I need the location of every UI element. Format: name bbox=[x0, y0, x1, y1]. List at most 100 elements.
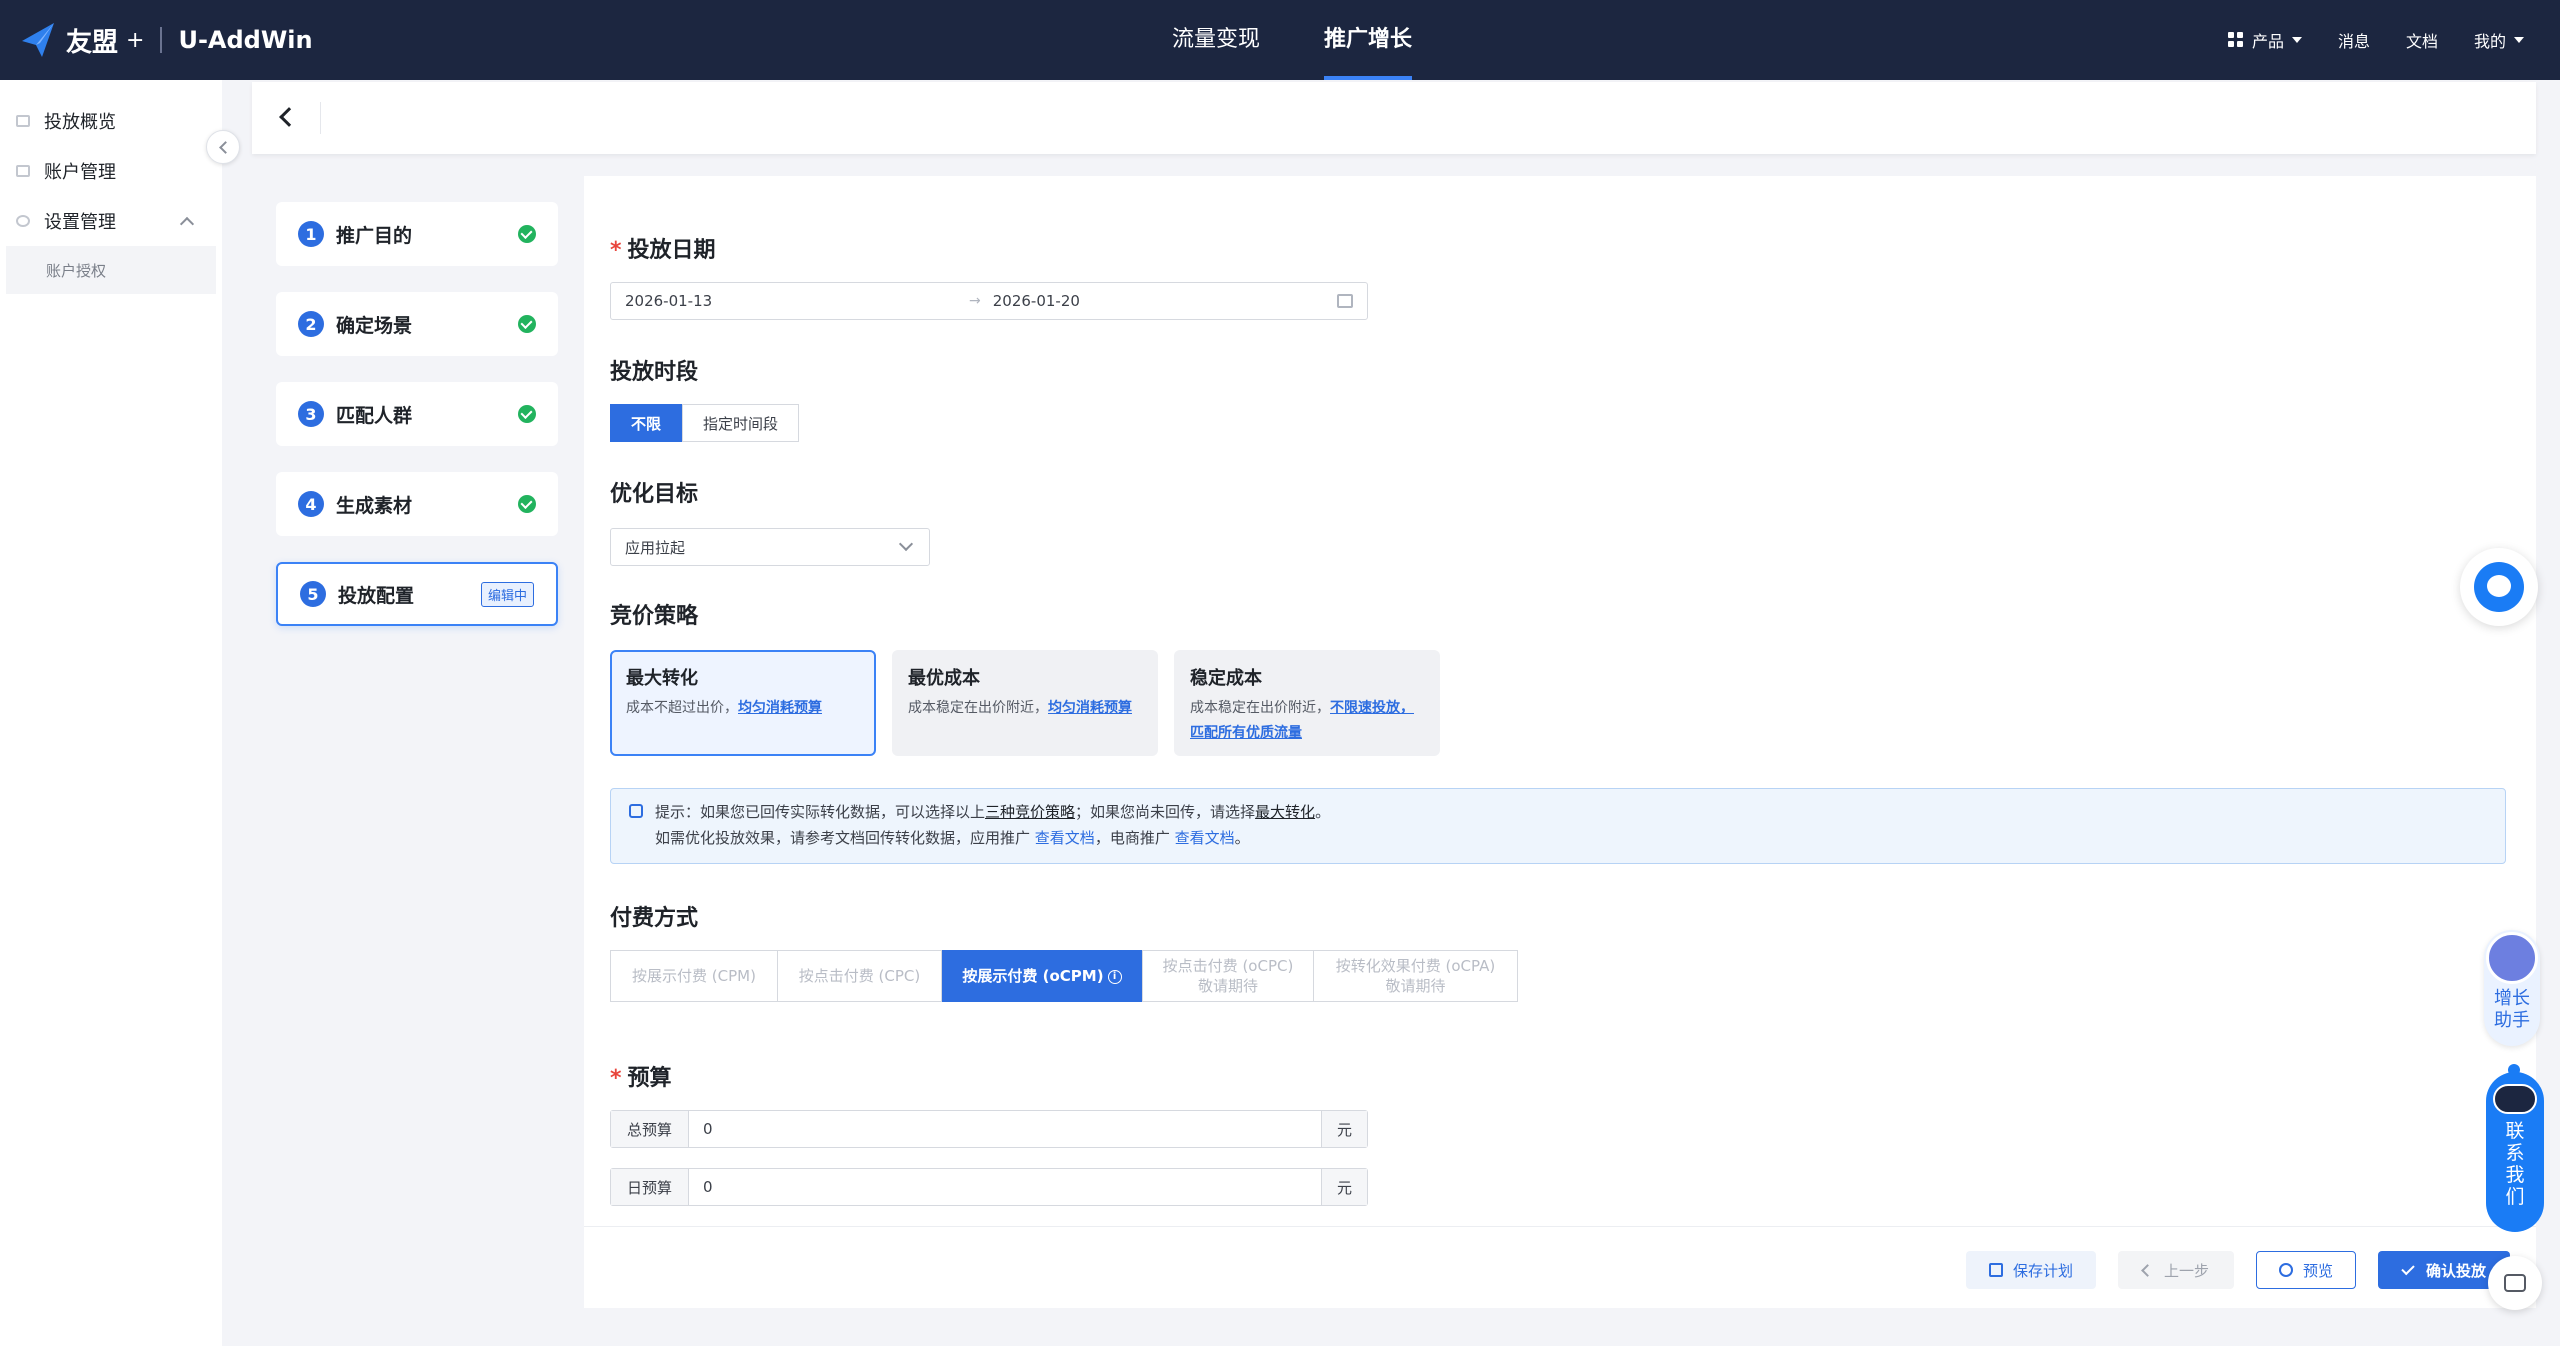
growth-assistant-label: 增长 助手 bbox=[2494, 988, 2530, 1031]
preview-button[interactable]: 预览 bbox=[2256, 1251, 2356, 1289]
info-icon[interactable]: i bbox=[1107, 969, 1122, 984]
required-mark: * bbox=[610, 1066, 622, 1091]
editing-badge: 编辑中 bbox=[480, 581, 534, 607]
bid-tip-alert: 提示：如果您已回传实际转化数据，可以选择以上三种竞价策略；如果您尚未回传，请选择… bbox=[610, 788, 2506, 864]
sidebar-item-overview[interactable]: 投放概览 bbox=[0, 96, 222, 146]
bid-card-title: 最大转化 bbox=[626, 668, 698, 689]
save-icon bbox=[1988, 1263, 2003, 1277]
sidebar-subitem-account-auth[interactable]: 账户授权 bbox=[6, 246, 216, 294]
step-number: 1 bbox=[298, 221, 324, 247]
sidebar-item-settings[interactable]: 设置管理 bbox=[0, 196, 222, 246]
product-menu-label: 产品 bbox=[2251, 32, 2284, 51]
bid-card-desc: 成本稳定在出价附近，不限速投放，匹配所有优质流量 bbox=[1190, 700, 1414, 741]
chat-icon bbox=[2474, 562, 2524, 612]
payment-title: 付费方式 bbox=[610, 906, 699, 931]
step-scene[interactable]: 2 确定场景 bbox=[276, 292, 558, 356]
top-bar: 友盟 + U-AddWin 流量变现 推广增长 产品 消息 文档 我的 bbox=[0, 0, 2560, 80]
coming-soon-label: 敬请期待 bbox=[1197, 977, 1258, 995]
bid-card-stable-cost[interactable]: 稳定成本 成本稳定在出价附近，不限速投放，匹配所有优质流量 bbox=[1174, 650, 1440, 756]
bid-card-link[interactable]: 均匀消耗预算 bbox=[1048, 700, 1132, 716]
chevron-down-icon bbox=[898, 536, 914, 552]
docs-link[interactable]: 文档 bbox=[2406, 28, 2438, 52]
feedback-button[interactable] bbox=[2488, 1256, 2542, 1310]
growth-assistant-button[interactable]: 增长 助手 bbox=[2484, 930, 2540, 1046]
chevron-left-icon bbox=[2141, 1263, 2154, 1277]
step-creative[interactable]: 4 生成素材 bbox=[276, 472, 558, 536]
top-right-menu: 产品 消息 文档 我的 bbox=[2192, 0, 2524, 80]
total-budget-input[interactable]: 0 bbox=[689, 1111, 1321, 1147]
brand-name: 友盟 bbox=[66, 27, 119, 58]
start-date[interactable]: 2026-01-13 bbox=[625, 292, 969, 310]
nav-growth[interactable]: 推广增长 bbox=[1292, 0, 1444, 80]
account-icon bbox=[16, 165, 30, 177]
bid-card-link[interactable]: 均匀消耗预算 bbox=[738, 700, 822, 716]
back-icon[interactable] bbox=[279, 107, 299, 127]
bid-card-optimal-cost[interactable]: 最优成本 成本稳定在出价附近，均匀消耗预算 bbox=[892, 650, 1158, 756]
step-list: 1 推广目的 2 确定场景 3 匹配人群 4 生成素材 5 投放配置 编辑中 bbox=[276, 202, 558, 652]
sidebar-item-accounts[interactable]: 账户管理 bbox=[0, 146, 222, 196]
date-range-picker[interactable]: 2026-01-13 → 2026-01-20 bbox=[610, 282, 1368, 320]
step-audience[interactable]: 3 匹配人群 bbox=[276, 382, 558, 446]
goal-select[interactable]: 应用拉起 bbox=[610, 528, 930, 566]
daily-budget-input[interactable]: 0 bbox=[689, 1169, 1321, 1205]
time-slot-unlimited[interactable]: 不限 bbox=[610, 404, 683, 442]
goal-title: 优化目标 bbox=[610, 482, 699, 507]
step-label: 投放配置 bbox=[338, 584, 415, 607]
time-slot-toggle: 不限 指定时间段 bbox=[610, 404, 800, 442]
logo-divider bbox=[160, 27, 163, 53]
contact-us-button[interactable]: 联系我们 bbox=[2486, 1072, 2544, 1232]
end-date[interactable]: 2026-01-20 bbox=[993, 292, 1080, 310]
app-docs-link[interactable]: 查看文档 bbox=[1035, 829, 1095, 847]
previous-step-button[interactable]: 上一步 bbox=[2118, 1251, 2234, 1289]
daily-budget-label: 日预算 bbox=[611, 1169, 689, 1205]
bid-card-desc: 成本不超过出价，均匀消耗预算 bbox=[626, 700, 822, 716]
product-menu[interactable]: 产品 bbox=[2227, 28, 2302, 52]
time-slot-title: 投放时段 bbox=[610, 360, 699, 385]
confirm-delivery-label: 确认投放 bbox=[2425, 1261, 2486, 1280]
save-plan-label: 保存计划 bbox=[2012, 1261, 2073, 1280]
arrow-right-icon: → bbox=[969, 293, 981, 309]
budget-label: 预算 bbox=[627, 1066, 672, 1091]
budget-title: * 预算 bbox=[610, 1060, 672, 1092]
app-name: U-AddWin bbox=[178, 26, 313, 54]
total-budget-label: 总预算 bbox=[611, 1111, 689, 1147]
three-strategies-term: 三种竞价策略 bbox=[985, 803, 1076, 821]
check-circle-icon bbox=[518, 315, 536, 333]
bid-card-title: 最优成本 bbox=[908, 668, 980, 689]
umeng-logo-icon bbox=[22, 23, 54, 57]
check-icon bbox=[2401, 1261, 2415, 1275]
check-circle-icon bbox=[518, 405, 536, 423]
bid-card-desc: 成本稳定在出价附近，均匀消耗预算 bbox=[908, 700, 1132, 716]
previous-step-label: 上一步 bbox=[2163, 1261, 2209, 1280]
contact-us-label: 联系我们 bbox=[2505, 1120, 2525, 1208]
payment-ocpm[interactable]: 按展示付费 (oCPM) i bbox=[942, 950, 1142, 1002]
save-plan-button[interactable]: 保存计划 bbox=[1966, 1251, 2096, 1289]
payment-toggle: 按展示付费 (CPM) 按点击付费 (CPC) 按展示付费 (oCPM) i 按点… bbox=[610, 950, 1518, 1002]
messages-link[interactable]: 消息 bbox=[2338, 28, 2370, 52]
step-delivery-config[interactable]: 5 投放配置 编辑中 bbox=[276, 562, 558, 626]
bid-card-title: 稳定成本 bbox=[1190, 668, 1262, 689]
tip-line-2: 如需优化投放效果，请参考文档回传转化数据，应用推广 查看文档，电商推广 查看文档… bbox=[655, 829, 1250, 847]
step-purpose[interactable]: 1 推广目的 bbox=[276, 202, 558, 266]
time-slot-specified[interactable]: 指定时间段 bbox=[682, 404, 800, 442]
assistant-avatar-icon bbox=[2486, 932, 2538, 984]
ecommerce-docs-link[interactable]: 查看文档 bbox=[1175, 829, 1235, 847]
feedback-icon bbox=[2504, 1274, 2526, 1292]
step-number: 5 bbox=[300, 581, 326, 607]
nav-traffic-monetization[interactable]: 流量变现 bbox=[1140, 0, 1292, 80]
mine-menu-label: 我的 bbox=[2473, 32, 2506, 51]
brand-plus: + bbox=[126, 27, 145, 53]
bid-card-max-conversion[interactable]: 最大转化 成本不超过出价，均匀消耗预算 bbox=[610, 650, 876, 756]
logo[interactable]: 友盟 + U-AddWin bbox=[20, 16, 313, 64]
chat-widget-button[interactable] bbox=[2460, 548, 2538, 626]
mine-menu[interactable]: 我的 bbox=[2474, 28, 2524, 52]
step-number: 2 bbox=[298, 311, 324, 337]
sidebar-collapse-button[interactable] bbox=[206, 130, 240, 164]
sidebar: 投放概览 账户管理 设置管理 账户授权 bbox=[0, 80, 222, 1346]
step-label: 匹配人群 bbox=[336, 404, 413, 427]
bid-strategy-cards: 最大转化 成本不超过出价，均匀消耗预算 最优成本 成本稳定在出价附近，均匀消耗预… bbox=[610, 650, 1456, 756]
payment-cpm: 按展示付费 (CPM) bbox=[610, 950, 778, 1002]
footer-actions: 保存计划 上一步 预览 确认投放 bbox=[584, 1226, 2536, 1308]
preview-label: 预览 bbox=[2302, 1261, 2333, 1280]
step-label: 推广目的 bbox=[336, 224, 413, 247]
